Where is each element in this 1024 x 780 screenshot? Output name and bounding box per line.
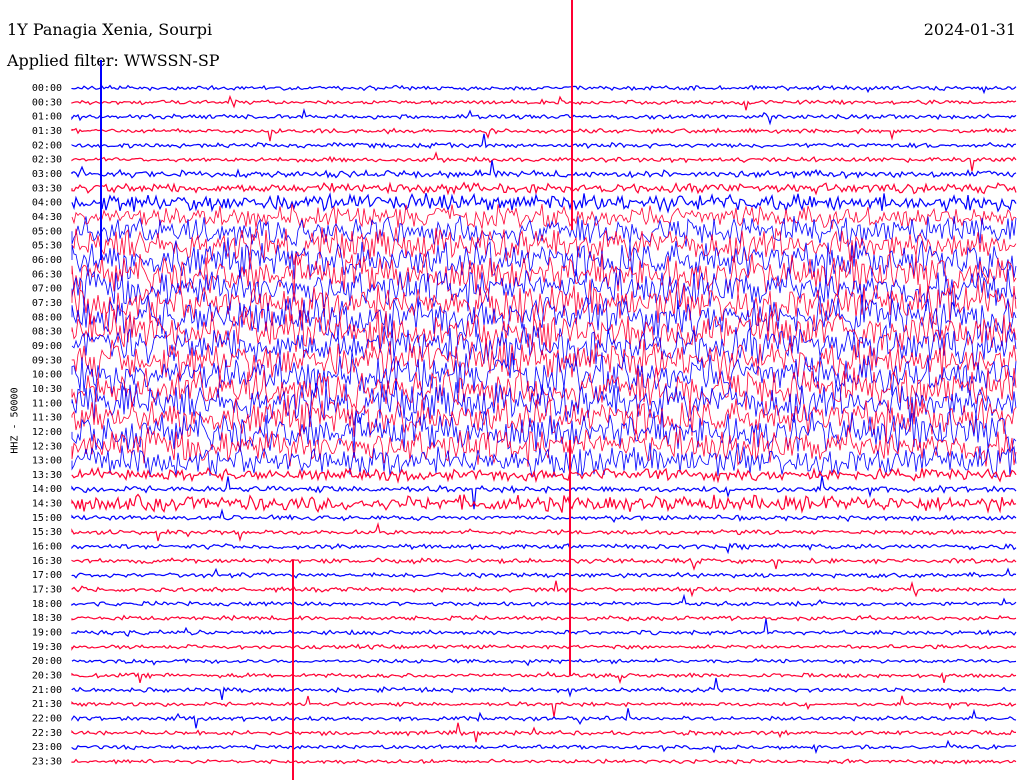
row-time-label: 09:30 [32,355,62,366]
row-time-label: 19:30 [32,642,62,653]
seismic-trace [71,671,1017,685]
row-time-label: 02:00 [32,140,62,151]
seismic-trace [71,127,1017,142]
row-time-label: 05:30 [32,241,62,252]
seismic-trace [71,151,1017,172]
row-time-label: 05:00 [32,226,62,237]
seismic-trace [71,758,1017,765]
seismic-trace [71,367,1017,411]
seismic-trace [71,722,1017,743]
seismic-trace [71,192,1017,214]
seismic-trace [71,657,1017,667]
seismic-trace [71,739,1017,755]
row-time-label: 10:00 [32,370,62,381]
row-time-label: 03:00 [32,169,62,180]
seismic-trace [71,708,1017,729]
seismic-trace [71,593,1017,607]
row-time-label: 23:00 [32,742,62,753]
seismic-trace [71,493,1017,514]
row-time-label: 16:00 [32,542,62,553]
seismic-trace [71,133,1017,150]
row-time-label: 03:30 [32,183,62,194]
seismic-trace [71,508,1017,524]
seismic-trace [71,580,1017,598]
row-time-label: 09:00 [32,341,62,352]
row-time-label: 20:30 [32,671,62,682]
row-time-label: 13:30 [32,470,62,481]
seismic-trace [71,466,1017,484]
row-time-label: 11:00 [32,398,62,409]
row-time-label: 01:00 [32,112,62,123]
row-time-label: 15:30 [32,527,62,538]
row-time-label: 11:30 [32,413,62,424]
row-time-label: 17:30 [32,585,62,596]
row-time-label: 14:30 [32,499,62,510]
seismic-trace [71,521,1017,542]
row-time-label: 04:30 [32,212,62,223]
row-time-label: 08:30 [32,327,62,338]
row-time-label: 06:00 [32,255,62,266]
row-time-label: 18:30 [32,613,62,624]
seismic-trace [71,567,1017,579]
row-time-label: 13:00 [32,456,62,467]
seismic-trace [71,107,1017,126]
row-time-label: 00:00 [32,83,62,94]
row-time-label: 06:30 [32,269,62,280]
row-time-label: 18:00 [32,599,62,610]
row-time-label: 19:00 [32,628,62,639]
row-time-label: 21:30 [32,699,62,710]
seismic-trace [71,677,1017,701]
row-time-label: 02:30 [32,155,62,166]
seismic-trace [71,84,1017,95]
seismic-trace [71,542,1017,555]
seismic-trace [71,557,1017,571]
row-time-label: 01:30 [32,126,62,137]
row-time-label: 12:30 [32,441,62,452]
row-time-label: 22:00 [32,714,62,725]
row-time-label: 16:30 [32,556,62,567]
row-time-label: 14:00 [32,484,62,495]
seismic-trace [71,618,1017,638]
seismic-trace [71,643,1017,651]
seismic-trace [71,324,1017,368]
seismic-trace [71,614,1017,622]
row-time-label: 07:30 [32,298,62,309]
helicorder-plot: 00:00 00:30 01:00 01:30 02:00 02:30 03:00 03:30… [32,0,1017,780]
row-time-label: 08:00 [32,312,62,323]
row-time-label: 10:30 [32,384,62,395]
row-time-label: 04:00 [32,198,62,209]
row-time-label: 17:00 [32,570,62,581]
seismic-trace [71,160,1017,180]
seismic-trace [71,695,1017,718]
row-time-label: 00:30 [32,97,62,108]
row-time-label: 21:00 [32,685,62,696]
row-time-label: 07:00 [32,284,62,295]
row-time-label: 15:00 [32,513,62,524]
seismic-trace [71,94,1017,111]
row-time-label: 22:30 [32,728,62,739]
row-time-label: 12:00 [32,427,62,438]
row-time-label: 20:00 [32,656,62,667]
row-time-label: 23:30 [32,757,62,768]
seismic-trace [71,181,1017,196]
